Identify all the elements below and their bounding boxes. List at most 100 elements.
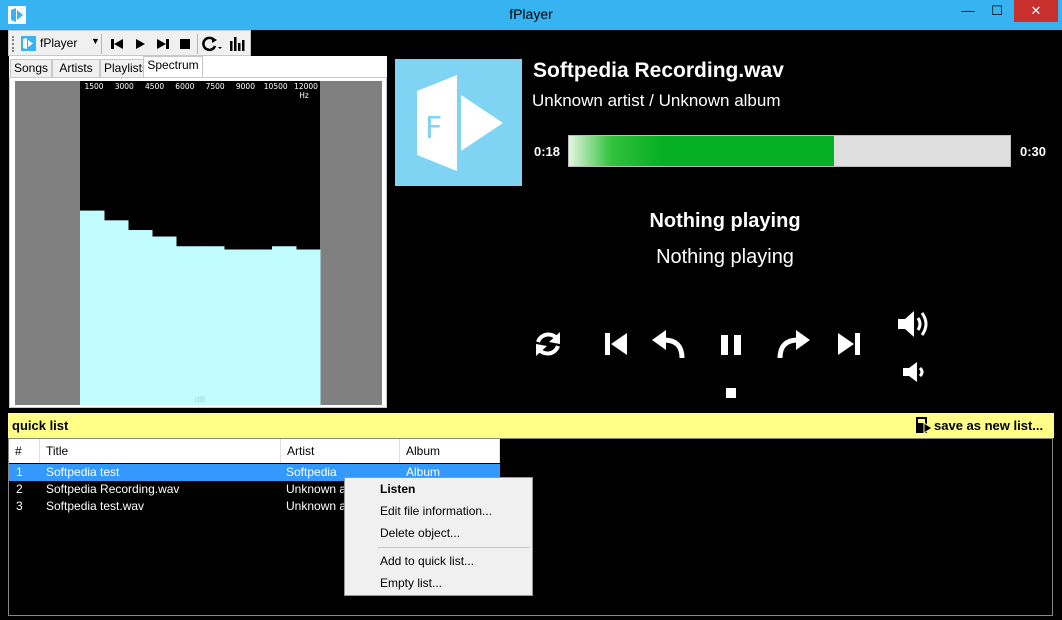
toolbar-grip[interactable] [12, 36, 15, 52]
context-menu: Listen Edit file information... Delete o… [344, 477, 533, 596]
toolbar-separator [197, 34, 198, 54]
previous-button[interactable] [107, 34, 127, 54]
spectrum-bar [80, 210, 105, 405]
row-title: Softpedia test [46, 465, 120, 479]
row-artist: Unknown ar [286, 499, 348, 513]
spectrum-db-label: dB [195, 395, 206, 404]
redo-arrow-icon [777, 330, 810, 359]
spectrum-bar [248, 249, 273, 405]
previous-track-button[interactable] [603, 331, 629, 357]
stop-icon [180, 39, 190, 49]
column-header-number[interactable]: # [9, 439, 40, 463]
menu-item-add-to-quick-list[interactable]: Add to quick list... [347, 550, 530, 572]
spectrum-frequency-label: 10500 [264, 82, 288, 91]
minimize-button[interactable]: — [955, 0, 981, 22]
rewind-button[interactable] [652, 330, 686, 360]
spectrum-frequency-label: 6000 [175, 82, 194, 91]
seek-bar-fill [569, 136, 834, 166]
current-time: 0:18 [534, 144, 561, 159]
row-artist: Unknown ar [286, 482, 348, 496]
app-menu-button[interactable]: fPlayer ▼ [19, 34, 101, 54]
row-number: 2 [16, 482, 23, 496]
title-bar: fPlayer — ☐ ✕ [0, 0, 1062, 30]
column-header-artist[interactable]: Artist [281, 439, 400, 463]
repeat-icon [536, 332, 560, 356]
play-button[interactable] [130, 34, 150, 54]
save-as-new-list-button[interactable]: save as new list... [934, 418, 1043, 433]
toolbar-separator [101, 34, 102, 54]
spectrum-left-margin [15, 81, 80, 405]
menu-item-empty-list[interactable]: Empty list... [347, 572, 530, 594]
tab-songs[interactable]: Songs [10, 59, 52, 78]
row-number: 1 [16, 465, 23, 479]
spectrum-frequency-label: 7500 [206, 82, 225, 91]
spectrum-bar [224, 249, 249, 405]
previous-icon [111, 39, 123, 49]
stop-button[interactable] [175, 34, 195, 54]
seek-bar[interactable] [568, 135, 1011, 167]
spectrum-unit-label: Hz [299, 91, 309, 100]
undo-arrow-icon [652, 330, 685, 359]
spectrum-frequency-label: 4500 [145, 82, 164, 91]
volume-up-icon [898, 311, 928, 337]
song-artist-album: Unknown artist / Unknown album [532, 91, 781, 110]
row-title: Softpedia test.wav [46, 499, 145, 513]
menu-separator [378, 547, 530, 548]
menu-item-listen[interactable]: Listen [347, 478, 530, 500]
song-title: Softpedia Recording.wav [533, 59, 784, 82]
volume-up-button[interactable] [897, 308, 933, 340]
spectrum-bar [296, 249, 321, 405]
menu-item-delete-object[interactable]: Delete object... [347, 522, 530, 544]
spectrum-frequency-label: 12000 [294, 82, 318, 91]
spectrum-frequency-label: 3000 [115, 82, 134, 91]
spectrum-panel: 1500 3000 4500 6000 7500 9000 10500 12000 Hz dB [9, 77, 387, 408]
spectrum-bar [176, 246, 201, 405]
app-menu-label: fPlayer [40, 36, 78, 50]
app-logo-icon: F [417, 75, 503, 171]
pause-icon [721, 335, 741, 355]
next-icon [838, 333, 860, 355]
tab-spectrum[interactable]: Spectrum [143, 56, 203, 78]
spectrum-bar [152, 236, 177, 405]
repeat-button[interactable] [532, 328, 564, 360]
equalizer-button[interactable] [227, 34, 247, 54]
album-cover: F [395, 59, 522, 186]
status-title: Nothing playing [649, 210, 801, 232]
spectrum-bar [128, 230, 153, 405]
volume-down-button[interactable] [902, 360, 928, 384]
list-header: # Title Artist Album [9, 439, 500, 463]
forward-button[interactable] [776, 330, 810, 360]
window-title: fPlayer [509, 6, 553, 22]
page-indicator [726, 388, 736, 398]
row-title: Softpedia Recording.wav [46, 482, 180, 496]
column-header-title[interactable]: Title [40, 439, 281, 463]
save-list-icon [916, 417, 933, 434]
quick-list-label: quick list [12, 418, 69, 433]
volume-down-icon [903, 362, 924, 382]
tab-artists[interactable]: Artists [52, 59, 100, 78]
maximize-button[interactable]: ☐ [984, 0, 1010, 22]
repeat-icon [202, 36, 222, 52]
toolbar: fPlayer ▼ [8, 30, 251, 56]
next-button[interactable] [153, 34, 173, 54]
cover-letter: F [425, 111, 442, 146]
menu-item-edit-file-information[interactable]: Edit file information... [347, 500, 530, 522]
spectrum-bar [272, 246, 297, 405]
next-icon [157, 39, 169, 49]
row-number: 3 [16, 499, 23, 513]
next-track-button[interactable] [836, 331, 862, 357]
pause-button[interactable] [719, 333, 743, 357]
status-subtitle: Nothing playing [656, 246, 794, 268]
chevron-down-icon: ▼ [91, 36, 100, 46]
total-time: 0:30 [1020, 144, 1047, 159]
close-button[interactable]: ✕ [1014, 0, 1058, 22]
spectrum-bar [104, 220, 129, 405]
app-logo-icon [21, 36, 36, 51]
previous-icon [605, 333, 627, 355]
spectrum-frequency-label: 1500 [84, 82, 103, 91]
repeat-dropdown-button[interactable] [200, 34, 224, 54]
quick-list-bar: quick list save as new list... [8, 413, 1054, 438]
play-icon [136, 39, 145, 49]
column-header-album[interactable]: Album [400, 439, 500, 463]
fplayer-window: fPlayer — ☐ ✕ fPlayer ▼ Songs Artists Pl… [0, 0, 1062, 620]
